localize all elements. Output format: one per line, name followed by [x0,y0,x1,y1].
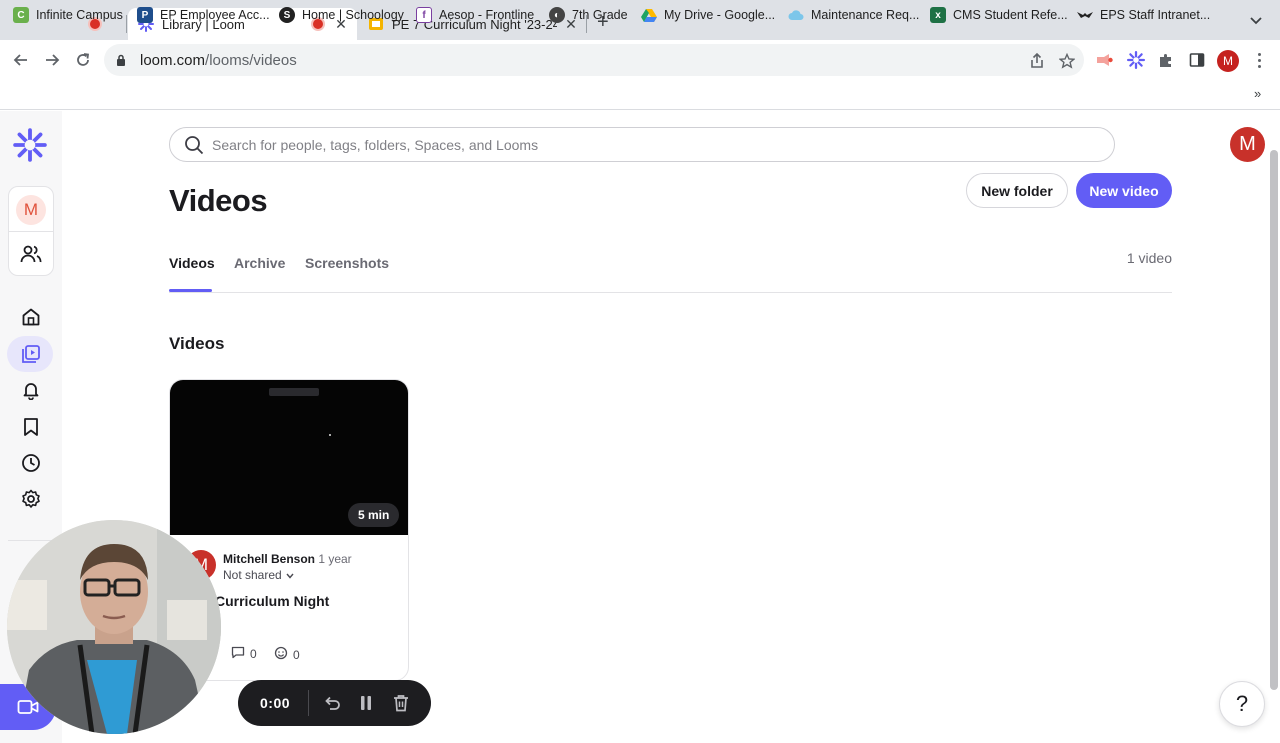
webcam-bubble[interactable] [7,520,221,734]
bookmark-label: EPS Staff Intranet... [1100,8,1211,22]
page-title: Videos [169,183,268,218]
share-status-label: Not shared [223,568,282,582]
drive-icon [641,7,657,23]
bookmark-label: Infinite Campus [36,8,123,22]
page-scrollbar[interactable] [1270,150,1278,690]
video-thumbnail[interactable]: 5 min [170,380,408,535]
bookmark-label: My Drive - Google... [664,8,776,22]
campus-icon: C [13,7,29,23]
active-tab-indicator [169,289,212,292]
back-arrow-icon[interactable] [11,50,31,70]
new-video-button[interactable]: New video [1076,173,1172,208]
library-icon[interactable] [19,342,43,366]
reactions-count[interactable]: 0 [274,646,300,663]
emoji-icon [274,646,288,663]
restart-icon[interactable] [322,693,342,713]
search-icon [184,135,204,155]
tab-videos[interactable]: Videos [169,255,215,271]
address-bar[interactable]: loom.com/looms/videos [104,44,1084,76]
tab-archive[interactable]: Archive [234,255,285,271]
search-bar[interactable] [169,127,1115,162]
side-panel-icon[interactable] [1187,50,1207,70]
members-icon[interactable] [19,242,43,266]
frontline-icon: f [416,7,432,23]
bookmark-infinite-campus[interactable]: C Infinite Campus [13,6,123,24]
url-path: /looms/videos [205,51,297,69]
url-host: loom.com [140,51,206,69]
bookmark-7th-grade[interactable]: ◐ 7th Grade [549,6,628,24]
divider [8,231,54,232]
thumbnail-cursor [329,434,331,436]
video-count: 1 video [1126,250,1172,266]
comment-icon [231,646,245,662]
help-button[interactable]: ? [1219,681,1265,727]
tab-separator [126,15,127,33]
section-title: Videos [169,334,225,353]
bookmark-label: Aesop - Frontline [439,8,535,22]
divider [308,690,309,716]
bookmarks-icon[interactable] [19,415,43,439]
video-title[interactable]: Curriculum Night [215,593,329,609]
bookmark-cms-student[interactable]: x CMS Student Refe... [930,6,1068,24]
browser-profile-avatar[interactable]: M [1217,50,1239,72]
share-status-dropdown[interactable]: Not shared [223,568,294,582]
forward-arrow-icon[interactable] [42,50,62,70]
new-folder-button[interactable]: New folder [966,173,1068,208]
share-icon[interactable] [1028,52,1046,70]
bookmark-label: Home | Schoology [302,8,404,22]
bookmark-label: CMS Student Refe... [953,8,1068,22]
globe-icon: ◐ [549,7,565,23]
bookmark-star-icon[interactable] [1058,52,1076,70]
duration-badge: 5 min [348,503,400,527]
reload-icon[interactable] [73,50,93,70]
cloud-icon [788,7,804,23]
notifications-bell-icon[interactable] [19,378,43,402]
user-avatar[interactable]: M [1230,127,1265,162]
thumbnail-screen-bar [269,388,319,396]
reactions-value: 0 [293,647,300,662]
bookmark-maintenance[interactable]: Maintenance Req... [788,6,919,24]
bookmark-eps-staff[interactable]: EPS Staff Intranet... [1077,6,1210,24]
bookmark-my-drive[interactable]: My Drive - Google... [641,6,775,24]
bookmark-label: Maintenance Req... [811,8,920,22]
delete-trash-icon[interactable] [391,693,411,713]
ep-icon: P [137,7,153,23]
comments-count[interactable]: 0 [231,646,257,662]
lock-icon [116,53,130,67]
history-clock-icon[interactable] [19,451,43,475]
loom-logo-icon[interactable] [13,128,47,162]
tab-search-chevron-icon[interactable] [1250,14,1262,28]
bookmark-label: EP Employee Acc... [160,8,270,22]
screencast-extension-icon[interactable] [1095,50,1115,70]
schoology-icon: S [279,7,295,23]
chevron-down-icon [286,568,294,582]
search-input[interactable] [212,136,1114,153]
comments-value: 0 [250,647,257,661]
tabs-divider [169,292,1172,293]
time-ago: · 1 year [311,552,352,566]
pause-icon[interactable] [356,693,376,713]
bookmark-ep-employee[interactable]: P EP Employee Acc... [137,6,270,24]
extensions-puzzle-icon[interactable] [1156,50,1176,70]
divider [8,540,54,541]
author-name[interactable]: Mitchell Benson [223,552,315,566]
bookmark-schoology[interactable]: S Home | Schoology [279,6,404,24]
bookmark-label: 7th Grade [572,8,628,22]
bookmarks-overflow-icon[interactable]: » [1254,86,1261,101]
settings-gear-icon[interactable] [19,487,43,511]
eagle-icon [1077,7,1093,23]
excel-icon: x [930,7,946,23]
home-icon[interactable] [19,305,43,329]
recording-timer: 0:00 [260,695,291,711]
bookmarks-bar [0,80,1280,110]
recording-controls: 0:00 [238,680,431,726]
bookmark-aesop[interactable]: f Aesop - Frontline [416,6,534,24]
browser-menu-icon[interactable] [1254,50,1264,70]
workspace-avatar[interactable]: M [16,195,46,225]
tab-screenshots[interactable]: Screenshots [305,255,389,271]
loom-extension-icon[interactable] [1126,50,1146,70]
